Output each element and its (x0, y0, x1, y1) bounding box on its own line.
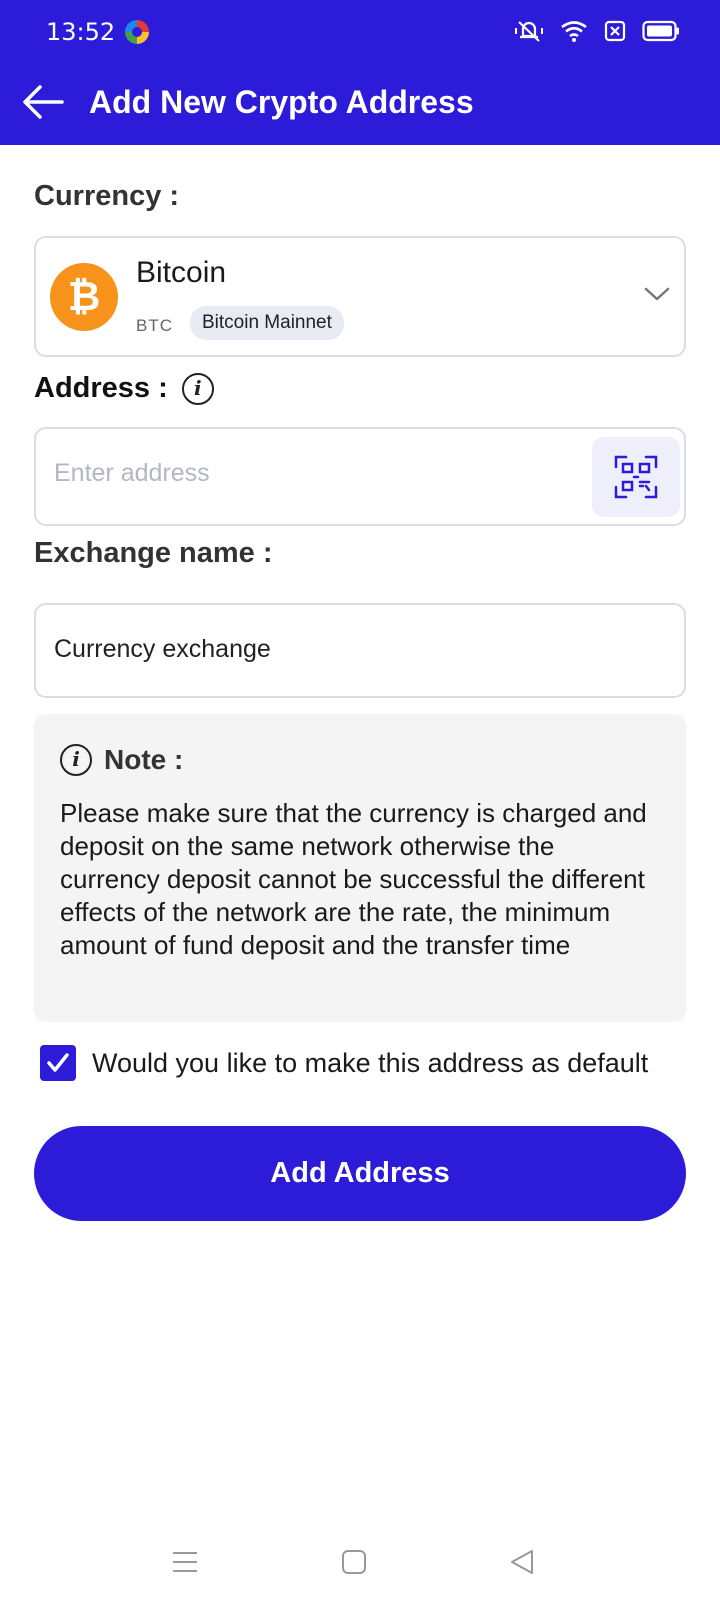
address-label-row: Address : i (34, 372, 214, 405)
default-address-option[interactable]: Would you like to make this address as d… (40, 1045, 648, 1081)
home-button[interactable] (334, 1542, 374, 1582)
currency-name: Bitcoin (136, 256, 227, 289)
add-address-button[interactable]: Add Address (34, 1126, 686, 1221)
sim-blocked-icon (604, 20, 626, 42)
exchange-label: Exchange name : (34, 537, 273, 569)
exchange-field[interactable] (34, 603, 686, 698)
note-info-icon: i (60, 744, 92, 776)
system-nav-bar (0, 1530, 720, 1600)
info-icon[interactable]: i (181, 372, 214, 405)
app-header: 13:52 Add New Crypto Address (0, 0, 720, 145)
note-title: Note : (104, 744, 184, 775)
browser-icon (125, 20, 149, 44)
battery-icon (642, 20, 679, 42)
currency-code: BTC (136, 316, 173, 335)
exchange-input[interactable] (54, 635, 654, 664)
status-icons (514, 18, 680, 44)
menu-button[interactable] (165, 1542, 205, 1582)
default-checkbox[interactable] (40, 1045, 76, 1081)
back-button[interactable] (502, 1542, 542, 1582)
bitcoin-icon: ₿ (50, 263, 118, 331)
arrow-left-icon[interactable] (20, 82, 66, 122)
note-header: i Note : (60, 744, 183, 776)
address-field[interactable] (34, 427, 686, 526)
qr-scan-icon (614, 455, 658, 499)
status-time: 13:52 (46, 18, 116, 46)
home-square-icon (342, 1550, 366, 1574)
note-text: Please make sure that the currency is ch… (60, 798, 647, 960)
qr-scan-button[interactable] (592, 437, 680, 517)
note-panel: i Note : Please make sure that the curre… (34, 714, 686, 1022)
back-triangle-icon (511, 1550, 533, 1574)
menu-icon (173, 1552, 197, 1572)
default-label: Would you like to make this address as d… (92, 1047, 649, 1078)
address-label: Address : (34, 372, 168, 404)
currency-label: Currency : (34, 180, 180, 212)
wifi-icon (561, 21, 587, 42)
page-title: Add New Crypto Address (89, 84, 474, 120)
currency-select[interactable]: ₿ Bitcoin BTC Bitcoin Mainnet (34, 236, 686, 357)
chevron-down-icon[interactable] (642, 284, 672, 304)
checkmark-icon (47, 1053, 69, 1072)
muted-bell-icon (515, 21, 543, 42)
address-input[interactable] (54, 459, 574, 488)
network-badge: Bitcoin Mainnet (190, 306, 344, 340)
